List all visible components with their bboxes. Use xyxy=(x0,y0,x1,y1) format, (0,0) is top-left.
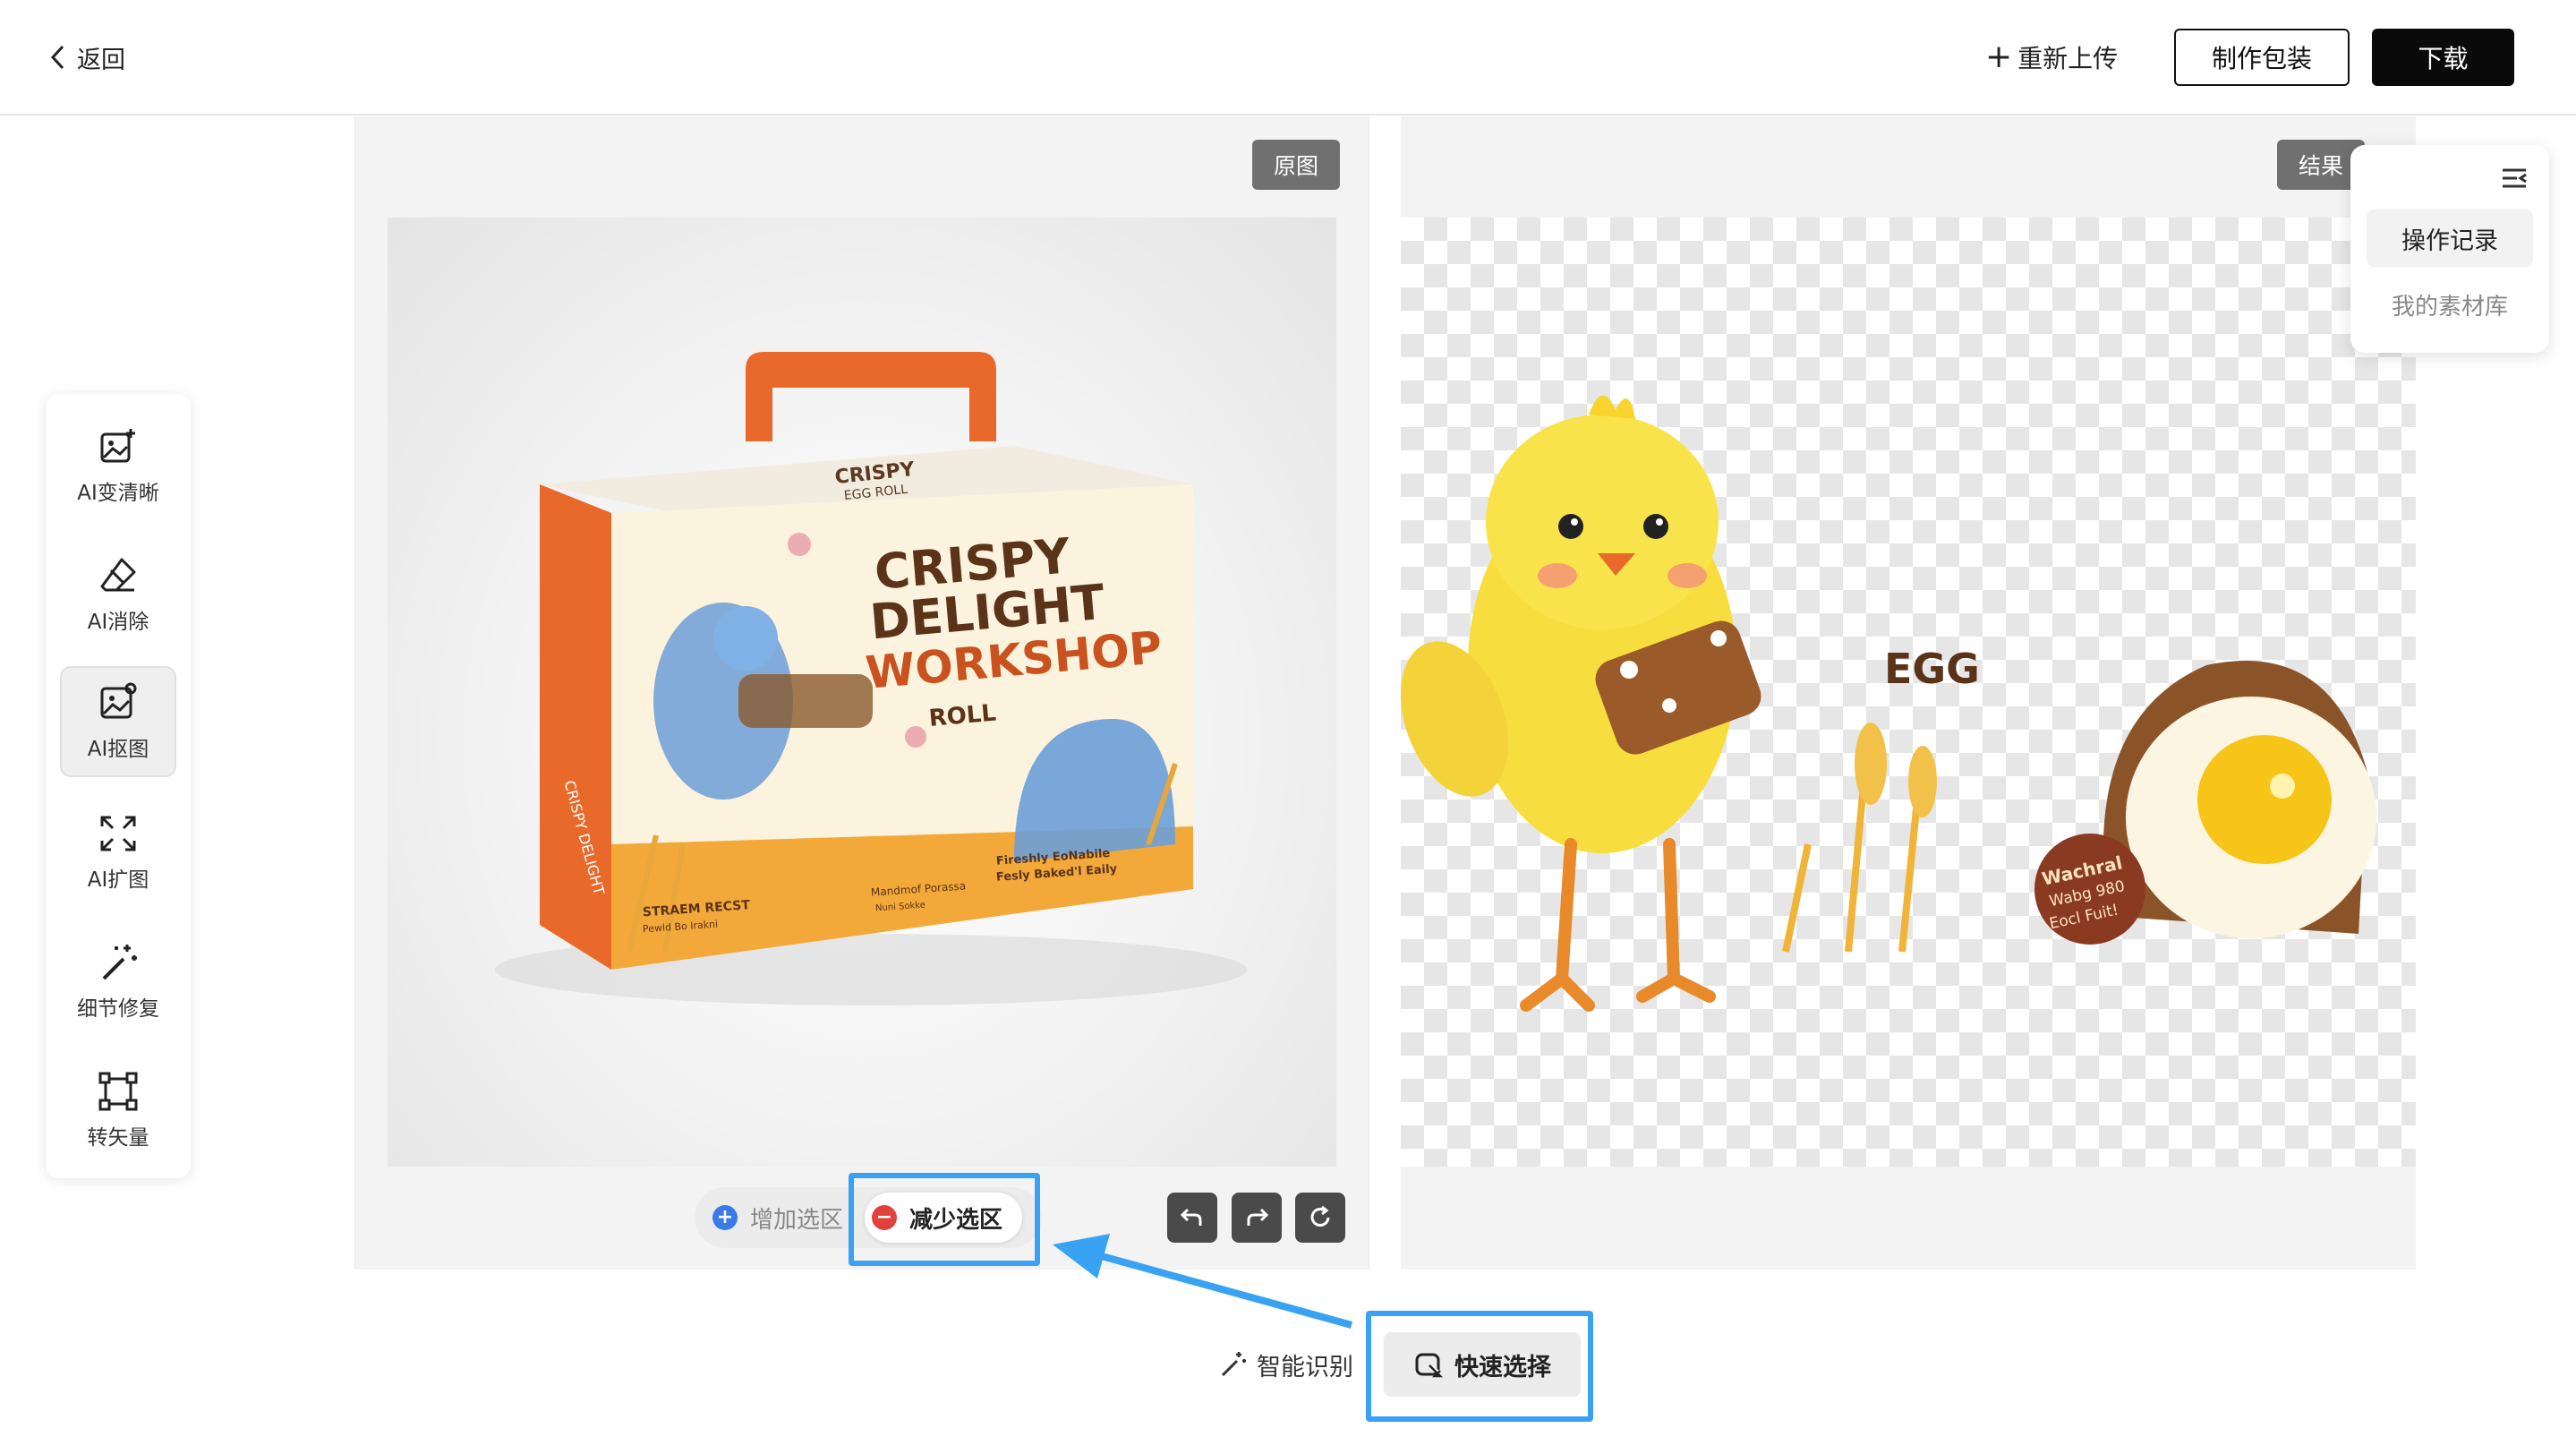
add-selection-button[interactable]: + 增加选区 xyxy=(712,1198,843,1237)
package-illustration: CRISPY EGG ROLL CRISPY DELIGHT CRISPY DE… xyxy=(495,352,1247,1005)
chevron-left-icon xyxy=(50,45,64,70)
subtract-highlight-box xyxy=(849,1173,1040,1266)
result-egg-text: EGG xyxy=(1884,645,1980,693)
back-button[interactable]: 返回 xyxy=(47,39,125,75)
make-package-button[interactable]: 制作包装 xyxy=(2174,29,2350,86)
original-image[interactable]: CRISPY EGG ROLL CRISPY DELIGHT CRISPY DE… xyxy=(388,218,1336,1167)
image-cutout-icon xyxy=(100,682,137,719)
smart-recognition-label: 智能识别 xyxy=(1257,1353,1353,1381)
smart-recognition-button[interactable]: 智能识别 xyxy=(1219,1347,1353,1382)
plus-icon: + xyxy=(1985,38,2013,75)
collapse-panel-icon[interactable] xyxy=(2499,163,2529,193)
tool-label: AI扩图 xyxy=(87,868,149,892)
ai-tool-sidebar: AI变清晰 AI消除 AI抠图 AI扩图 细节修复 转矢量 xyxy=(46,394,191,1178)
cutout-result-illustration: EGG Wachral Wabg 980 Eocl Fuit! xyxy=(1401,395,2376,1012)
quick-select-highlight-box xyxy=(1366,1311,1593,1422)
tool-label: AI抠图 xyxy=(87,738,149,761)
tool-label: AI消除 xyxy=(87,611,149,634)
reupload-button[interactable]: + 重新上传 xyxy=(1985,39,2118,75)
tool-ai-erase[interactable]: AI消除 xyxy=(60,539,176,650)
download-button[interactable]: 下载 xyxy=(2372,29,2514,86)
eraser-icon xyxy=(100,558,136,592)
original-tag: 原图 xyxy=(1252,140,1341,190)
result-image[interactable]: EGG Wachral Wabg 980 Eocl Fuit! xyxy=(1401,218,2416,1167)
tool-detail-repair[interactable]: 细节修复 xyxy=(60,926,176,1037)
tool-label: 细节修复 xyxy=(77,997,159,1021)
top-bar: 返回 + 重新上传 制作包装 下载 xyxy=(0,0,2576,115)
add-selection-label: 增加选区 xyxy=(750,1206,844,1234)
tool-label: AI变清晰 xyxy=(77,482,159,505)
tool-ai-enhance[interactable]: AI变清晰 xyxy=(60,410,176,521)
operation-history-button[interactable]: 操作记录 xyxy=(2367,210,2533,267)
magic-wand-icon xyxy=(1221,1352,1246,1377)
magic-wand-icon xyxy=(102,945,137,980)
expand-icon xyxy=(100,816,136,851)
plus-circle-icon: + xyxy=(712,1205,738,1230)
back-label: 返回 xyxy=(77,46,125,74)
tool-vectorize[interactable]: 转矢量 xyxy=(60,1055,176,1166)
tool-label: 转矢量 xyxy=(87,1126,149,1150)
history-popup: 操作记录 我的素材库 xyxy=(2350,145,2549,353)
annotation-arrow xyxy=(1053,1234,1353,1329)
tool-ai-cutout[interactable]: AI抠图 xyxy=(60,666,176,777)
image-plus-icon xyxy=(100,429,135,463)
my-library-button[interactable]: 我的素材库 xyxy=(2367,276,2533,333)
vector-icon xyxy=(98,1072,138,1111)
reupload-label: 重新上传 xyxy=(2017,44,2119,73)
tool-ai-expand[interactable]: AI扩图 xyxy=(60,797,176,908)
